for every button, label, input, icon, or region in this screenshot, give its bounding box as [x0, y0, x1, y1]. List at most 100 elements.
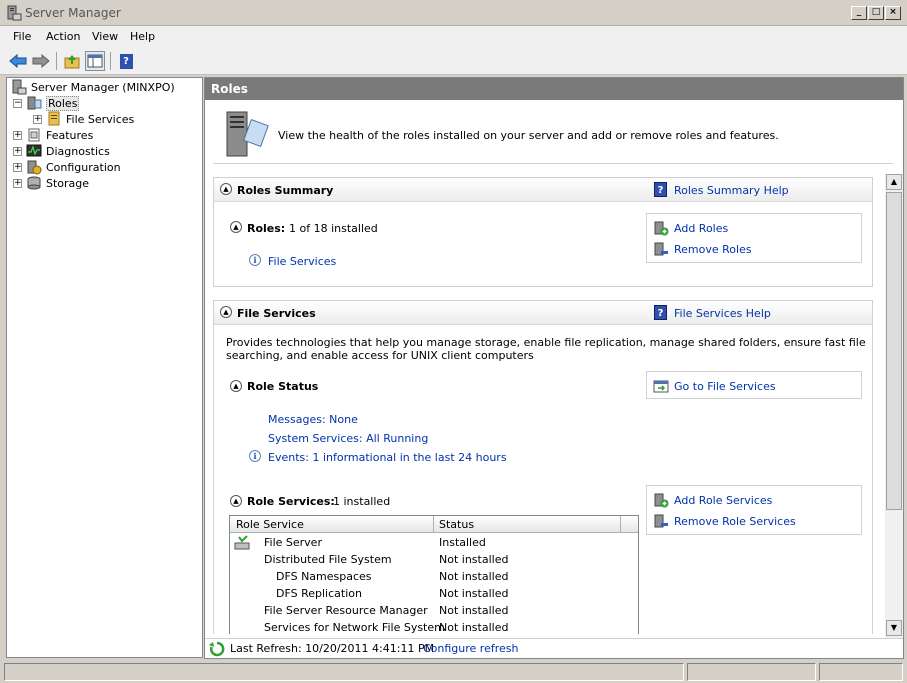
remove-roles-link[interactable]: Remove Roles: [674, 243, 752, 256]
show-hide-tree-button[interactable]: [85, 51, 105, 71]
tree-node-diagnostics[interactable]: + Diagnostics: [13, 143, 110, 159]
tree-node-roles[interactable]: − Roles: [13, 95, 80, 111]
tree-label: Roles: [46, 95, 80, 111]
expand-toggle[interactable]: +: [13, 146, 22, 156]
table-row[interactable]: Distributed File System: [264, 553, 392, 566]
table-row[interactable]: Services for Network File System: [264, 621, 445, 634]
add-roles-link[interactable]: Add Roles: [674, 222, 728, 235]
forward-arrow-icon: [32, 54, 50, 68]
section-title: File Services: [237, 307, 316, 320]
add-role-services-icon: [654, 493, 669, 508]
tree-node-storage[interactable]: + Storage: [13, 175, 89, 191]
events-link[interactable]: Events: 1 informational in the last 24 h…: [268, 451, 507, 464]
navigation-tree: Server Manager (MINXPO) − Roles + File S…: [6, 77, 203, 658]
column-divider[interactable]: [620, 516, 621, 533]
title-bar: Server Manager _ □ ×: [0, 0, 907, 26]
storage-icon: [27, 176, 41, 190]
help-icon: ?: [654, 305, 667, 320]
configure-refresh-link[interactable]: Configure refresh: [423, 642, 518, 655]
help-button[interactable]: ?: [116, 51, 136, 71]
server-manager-icon: [7, 5, 22, 21]
tree-label: Storage: [46, 176, 90, 190]
menu-action[interactable]: Action: [46, 30, 80, 43]
expand-toggle[interactable]: +: [33, 114, 42, 124]
refresh-bar: Last Refresh: 10/20/2011 4:41:11 PM Conf…: [205, 638, 903, 658]
go-to-file-services-link[interactable]: Go to File Services: [674, 380, 776, 393]
table-cell-status: Not installed: [439, 621, 509, 634]
intro-text: View the health of the roles installed o…: [278, 129, 779, 142]
last-refresh-text: Last Refresh: 10/20/2011 4:41:11 PM: [230, 642, 435, 655]
expand-toggle[interactable]: +: [13, 162, 22, 172]
minimize-button[interactable]: _: [851, 6, 867, 20]
file-services-description: Provides technologies that help you mana…: [226, 336, 866, 362]
close-button[interactable]: ×: [885, 6, 901, 20]
details-pane: Roles View the health of the roles insta…: [204, 77, 904, 659]
file-services-help-link[interactable]: File Services Help: [674, 307, 771, 320]
menu-help[interactable]: Help: [130, 30, 155, 43]
pane-header: Roles: [205, 78, 903, 100]
remove-role-services-link[interactable]: Remove Role Services: [674, 515, 796, 528]
table-row[interactable]: File Server Resource Manager: [264, 604, 428, 617]
messages-link[interactable]: Messages: None: [268, 413, 358, 426]
collapse-icon[interactable]: ▲: [230, 380, 242, 392]
tree-label: Features: [46, 128, 94, 142]
info-icon: i: [249, 450, 261, 462]
collapse-icon[interactable]: ▲: [220, 183, 232, 195]
tree-node-configuration[interactable]: + Configuration: [13, 159, 121, 175]
scroll-up-button[interactable]: ▲: [886, 174, 902, 190]
tree-label: Server Manager (MINXPO): [31, 80, 175, 94]
back-arrow-icon: [9, 54, 27, 68]
section-title: Roles Summary: [237, 184, 334, 197]
column-divider[interactable]: [433, 516, 434, 533]
server-roles-icon: [226, 111, 269, 157]
table-row[interactable]: File Server: [264, 536, 322, 549]
toolbar-separator: [56, 52, 57, 70]
status-panel: [687, 663, 816, 681]
system-services-link[interactable]: System Services: All Running: [268, 432, 428, 445]
table-cell-status: Not installed: [439, 553, 509, 566]
remove-roles-icon: [654, 242, 668, 256]
tree-node-server-manager[interactable]: Server Manager (MINXPO): [11, 79, 175, 95]
help-icon: ?: [119, 53, 133, 69]
collapse-icon[interactable]: ▲: [230, 221, 242, 233]
toolbar: ?: [0, 47, 907, 75]
roles-summary-help-link[interactable]: Roles Summary Help: [674, 184, 789, 197]
back-button[interactable]: [8, 51, 28, 71]
menu-view[interactable]: View: [92, 30, 118, 43]
roles-content: ▲ Roles Summary ? Roles Summary Help ▲ R…: [213, 174, 885, 634]
forward-button[interactable]: [31, 51, 51, 71]
status-panel: [819, 663, 903, 681]
table-row[interactable]: DFS Namespaces: [276, 570, 372, 583]
add-role-services-link[interactable]: Add Role Services: [674, 494, 772, 507]
info-icon: i: [249, 254, 261, 266]
collapse-toggle[interactable]: −: [13, 98, 22, 108]
menu-file[interactable]: File: [13, 30, 31, 43]
file-services-link[interactable]: File Services: [268, 255, 336, 268]
maximize-button[interactable]: □: [868, 6, 884, 20]
column-header-role-service[interactable]: Role Service: [236, 518, 304, 531]
section-header: ▲ Roles Summary ? Roles Summary Help: [214, 178, 872, 202]
tree-node-file-services[interactable]: + File Services: [33, 111, 134, 127]
roles-icon: [27, 96, 42, 110]
expand-toggle[interactable]: +: [13, 130, 22, 140]
vertical-scrollbar[interactable]: ▲ ▼: [885, 174, 903, 638]
role-status-title: Role Status: [247, 380, 319, 393]
up-folder-button[interactable]: [62, 51, 82, 71]
refresh-icon[interactable]: [209, 641, 225, 657]
collapse-icon[interactable]: ▲: [220, 306, 232, 318]
scroll-thumb[interactable]: [886, 192, 902, 510]
table-cell-status: Not installed: [439, 587, 509, 600]
goto-icon: [653, 380, 669, 393]
role-services-label: Role Services:: [247, 495, 335, 508]
diagnostics-icon: [26, 144, 42, 157]
table-row[interactable]: DFS Replication: [276, 587, 362, 600]
table-cell-status: Not installed: [439, 570, 509, 583]
roles-actions-box: Add Roles Remove Roles: [646, 213, 862, 263]
features-icon: [28, 128, 40, 142]
collapse-icon[interactable]: ▲: [230, 495, 242, 507]
expand-toggle[interactable]: +: [13, 178, 22, 188]
tree-node-features[interactable]: + Features: [13, 127, 93, 143]
column-header-status[interactable]: Status: [439, 518, 474, 531]
status-bar: [0, 661, 907, 683]
scroll-down-button[interactable]: ▼: [886, 620, 902, 636]
